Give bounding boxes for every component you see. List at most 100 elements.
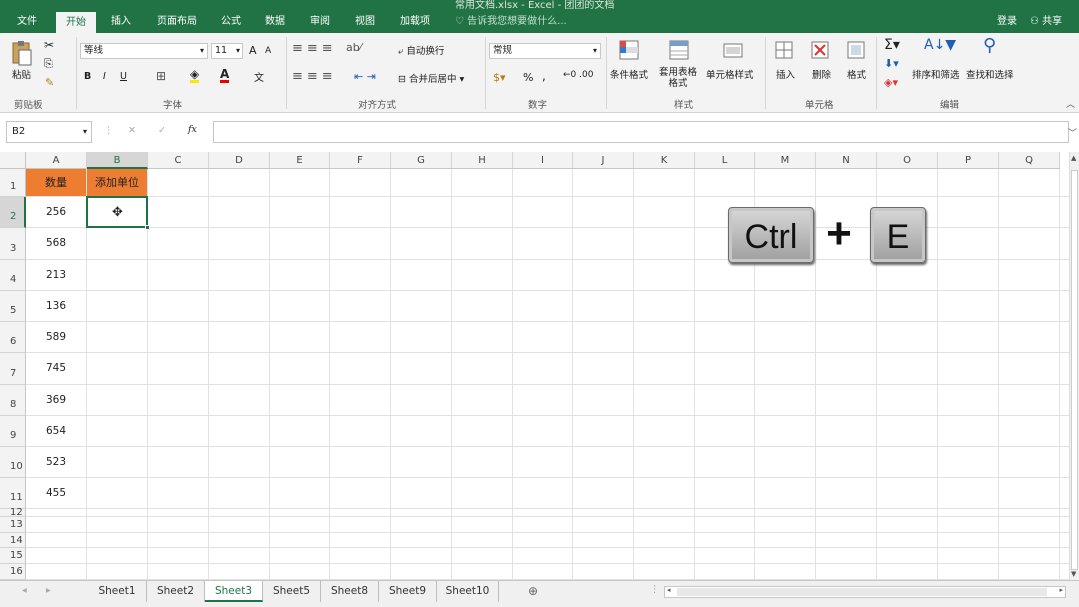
cell-a3[interactable]: 568 <box>26 228 86 259</box>
decimal-icons[interactable]: ←0 .00 <box>563 70 593 80</box>
cell-b1-header[interactable]: 添加单位 <box>87 169 147 196</box>
row-header-15[interactable]: 15 <box>0 548 26 564</box>
split-handle[interactable]: ⋮ <box>650 584 660 595</box>
column-header-d[interactable]: D <box>209 152 270 169</box>
sheet-tab-sheet5[interactable]: Sheet5 <box>263 581 321 602</box>
cell-a11[interactable]: 455 <box>26 478 86 508</box>
fill-color-icon[interactable]: ◈ <box>190 68 200 83</box>
tab-data[interactable]: 数据 <box>257 10 293 33</box>
column-header-i[interactable]: I <box>513 152 573 169</box>
cell-a8[interactable]: 369 <box>26 385 86 415</box>
row-header-7[interactable]: 7 <box>0 353 26 385</box>
cut-icon[interactable]: ✂ <box>44 38 54 52</box>
tab-formulas[interactable]: 公式 <box>213 10 249 33</box>
sheet-tab-sheet8[interactable]: Sheet8 <box>321 581 379 602</box>
currency-icon[interactable]: $▾ <box>493 71 506 84</box>
horizontal-scroll-thumb[interactable] <box>677 588 1047 596</box>
active-cell-border[interactable]: ✥ <box>86 196 150 230</box>
column-header-p[interactable]: P <box>938 152 999 169</box>
scroll-left-icon[interactable]: ◂ <box>667 586 671 594</box>
tab-page-layout[interactable]: 页面布局 <box>150 10 204 33</box>
select-all-corner[interactable] <box>0 152 26 169</box>
row-header-9[interactable]: 9 <box>0 416 26 447</box>
row-header-16[interactable]: 16 <box>0 564 26 580</box>
shrink-font-button[interactable]: A <box>265 46 271 56</box>
column-header-l[interactable]: L <box>695 152 755 169</box>
number-format-select[interactable]: 常规 ▾ <box>489 43 601 59</box>
tell-me-box[interactable]: ♡ 告诉我您想要做什么... <box>455 10 567 33</box>
cell-a10[interactable]: 523 <box>26 447 86 477</box>
tab-insert[interactable]: 插入 <box>103 10 139 33</box>
sheet-tab-sheet10[interactable]: Sheet10 <box>437 581 499 602</box>
expand-formula-icon[interactable]: ﹀ <box>1068 126 1077 139</box>
row-header-11[interactable]: 11 <box>0 478 26 509</box>
underline-button[interactable]: U <box>120 71 127 82</box>
row-header-5[interactable]: 5 <box>0 291 26 322</box>
format-table-button[interactable]: 套用表格格式 <box>655 67 701 89</box>
prev-sheet-icon[interactable]: ◂ <box>22 585 27 596</box>
column-header-o[interactable]: O <box>877 152 938 169</box>
merge-center-button[interactable]: ⊟ 合并后居中 ▾ <box>398 71 464 85</box>
scroll-down-icon[interactable]: ▼ <box>1071 570 1076 578</box>
copy-icon[interactable]: ⎘ <box>44 57 53 71</box>
format-painter-icon[interactable]: ✎ <box>45 76 54 89</box>
tab-file[interactable]: 文件 <box>10 10 44 33</box>
scroll-right-icon[interactable]: ▸ <box>1059 586 1063 594</box>
name-box[interactable]: B2 ▾ <box>6 121 92 143</box>
font-color-icon[interactable]: A <box>220 68 230 83</box>
column-header-n[interactable]: N <box>816 152 877 169</box>
row-header-1[interactable]: 1 <box>0 169 26 197</box>
fill-handle[interactable] <box>145 225 150 230</box>
orientation-icon[interactable]: ab⁄ <box>346 41 362 54</box>
format-cells-icon[interactable] <box>845 39 867 61</box>
insert-button[interactable]: 插入 <box>776 67 795 81</box>
row-header-8[interactable]: 8 <box>0 385 26 416</box>
wrap-text-button[interactable]: ⤶ 自动换行 <box>398 43 444 57</box>
sort-filter-button[interactable]: 排序和筛选 <box>912 67 960 81</box>
row-header-6[interactable]: 6 <box>0 322 26 353</box>
bold-button[interactable]: B <box>84 71 91 82</box>
confirm-entry-icon[interactable]: ✓ <box>158 125 166 136</box>
tab-addins[interactable]: 加载项 <box>393 10 437 33</box>
fill-icon[interactable]: ⬇▾ <box>884 57 899 70</box>
insert-function-icon[interactable]: fx <box>188 124 197 135</box>
cell-a5[interactable]: 136 <box>26 291 86 321</box>
new-sheet-icon[interactable]: ⊕ <box>528 584 538 598</box>
cell-a4[interactable]: 213 <box>26 260 86 290</box>
phonetic-icon[interactable]: 文 <box>254 69 264 84</box>
font-name-select[interactable]: 等线 ▾ <box>80 43 208 59</box>
cell-a9[interactable]: 654 <box>26 416 86 446</box>
sheet-tab-sheet9[interactable]: Sheet9 <box>379 581 437 602</box>
next-sheet-icon[interactable]: ▸ <box>46 585 51 596</box>
formula-input[interactable] <box>213 121 1069 143</box>
sheet-tab-sheet2[interactable]: Sheet2 <box>147 581 205 602</box>
column-header-h[interactable]: H <box>452 152 513 169</box>
column-header-k[interactable]: K <box>634 152 695 169</box>
italic-button[interactable]: I <box>103 71 106 82</box>
login-link[interactable]: 登录 <box>997 10 1017 33</box>
cell-a1-header[interactable]: 数量 <box>26 169 86 196</box>
column-header-q[interactable]: Q <box>999 152 1060 169</box>
cell-styles-icon[interactable] <box>722 39 744 61</box>
tab-home[interactable]: 开始 <box>56 12 96 33</box>
column-header-g[interactable]: G <box>391 152 452 169</box>
indent-icons[interactable]: ⇤ ⇥ <box>354 70 376 83</box>
cell-a7[interactable]: 745 <box>26 353 86 384</box>
clear-icon[interactable]: ◈▾ <box>884 76 898 89</box>
format-button[interactable]: 格式 <box>847 67 866 81</box>
sheet-tab-sheet3[interactable]: Sheet3 <box>205 581 263 602</box>
paste-icon[interactable] <box>10 39 34 67</box>
vertical-scrollbar[interactable]: ▲ ▼ <box>1069 152 1079 580</box>
row-header-12[interactable]: 12 <box>0 508 26 518</box>
column-header-b[interactable]: B <box>87 152 148 169</box>
vertical-align-icons[interactable]: ≡≡≡ <box>292 41 337 56</box>
find-select-icon[interactable]: ⚲ <box>983 35 996 56</box>
delete-cells-icon[interactable] <box>809 39 831 61</box>
conditional-format-button[interactable]: 条件格式 <box>610 67 648 81</box>
row-header-4[interactable]: 4 <box>0 260 26 291</box>
vertical-scroll-thumb[interactable] <box>1071 170 1078 570</box>
conditional-format-icon[interactable] <box>618 39 640 61</box>
percent-button[interactable]: % <box>523 71 533 84</box>
collapse-ribbon-icon[interactable]: ︿ <box>1066 97 1075 110</box>
font-size-select[interactable]: 11 ▾ <box>211 43 243 59</box>
